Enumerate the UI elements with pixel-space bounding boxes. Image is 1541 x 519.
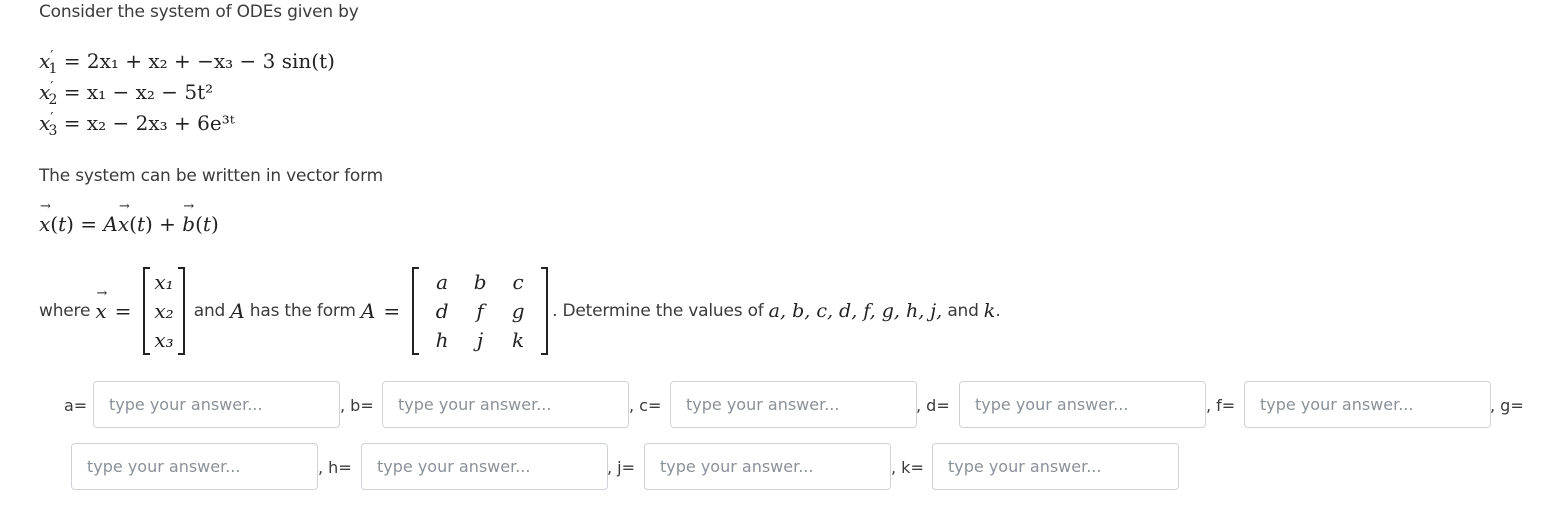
determine-text: . Determine the values of — [552, 301, 764, 321]
label-f: , f= — [1206, 396, 1236, 415]
variables-list: a, b, c, d, f, g, h, j, — [768, 300, 943, 322]
label-k: , k= — [891, 458, 924, 477]
label-h: , h= — [318, 458, 352, 477]
where-label: where — [39, 301, 91, 321]
matrix-A-symbol: A — [360, 299, 376, 323]
answer-input-j[interactable] — [644, 443, 891, 490]
period: . — [995, 301, 1001, 321]
equals-sign: = — [114, 299, 132, 323]
ode-system: x′1 = 2x₁ + x₂ + −x₃ − 3 sin(t) x′2 = x₁… — [39, 46, 335, 139]
matrix-entry: h — [435, 327, 449, 352]
answer-input-a[interactable] — [93, 381, 340, 428]
matrix-entry: d — [435, 298, 449, 323]
answer-input-g[interactable] — [71, 443, 318, 490]
x-vector-symbol: x — [95, 286, 107, 323]
vector-form-text: The system can be written in vector form — [39, 166, 383, 186]
x-entry: x₃ — [154, 327, 174, 352]
ode-equation-2: x′2 = x₁ − x₂ − 5t² — [39, 79, 214, 108]
matrix-entry: b — [473, 269, 487, 294]
and-label: and — [193, 301, 226, 321]
has-form-label: has the form — [249, 301, 356, 321]
x-vector-matrix: x₁ x₂ x₃ — [143, 267, 185, 355]
intro-text: Consider the system of ODEs given by — [39, 2, 359, 22]
ode-equation-1-rhs: = 2x₁ + x₂ + −x₃ − 3 sin(t) — [63, 49, 335, 73]
and-label: and — [947, 301, 979, 321]
label-c: , c= — [629, 396, 662, 415]
vector-equation: x(t) = Ax(t) + b(t) — [39, 199, 219, 236]
matrix-entry: k — [512, 327, 525, 352]
ode-equation-1: x′1 = 2x₁ + x₂ + −x₃ − 3 sin(t) — [39, 48, 335, 77]
answer-input-h[interactable] — [361, 443, 608, 490]
answer-input-f[interactable] — [1244, 381, 1491, 428]
label-d: , d= — [916, 396, 950, 415]
matrix-A-symbol: A — [230, 299, 245, 323]
answer-input-c[interactable] — [670, 381, 917, 428]
matrix-entry: f — [476, 298, 484, 323]
label-g: , g= — [1490, 396, 1524, 415]
label-b: , b= — [340, 396, 374, 415]
ode-equation-2-rhs: = x₁ − x₂ − 5t² — [63, 80, 214, 104]
left-bracket — [412, 267, 420, 355]
answer-input-k[interactable] — [932, 443, 1179, 490]
x-entry: x₁ — [154, 269, 174, 294]
label-a: a= — [64, 396, 88, 415]
answer-input-d[interactable] — [959, 381, 1206, 428]
matrix-entry: j — [476, 327, 484, 352]
ode-equation-3: x′3 = x₂ − 2x₃ + 6e³ᵗ — [39, 110, 235, 139]
equals-sign: = — [383, 299, 401, 323]
left-bracket — [143, 267, 151, 355]
matrix-A: a b c d f g h j k — [412, 267, 549, 355]
x-entry: x₂ — [154, 298, 174, 323]
matrix-entry: g — [511, 298, 525, 323]
right-bracket — [177, 267, 185, 355]
matrix-entry: c — [512, 269, 524, 294]
matrix-definition: where x = x₁ x₂ x₃ and A has the form A … — [39, 266, 1001, 356]
matrix-entry: a — [436, 269, 449, 294]
last-variable: k — [983, 300, 996, 322]
right-bracket — [541, 267, 549, 355]
label-j: , j= — [607, 458, 636, 477]
ode-equation-3-rhs: = x₂ − 2x₃ + 6e³ᵗ — [63, 111, 235, 135]
answer-input-b[interactable] — [382, 381, 629, 428]
